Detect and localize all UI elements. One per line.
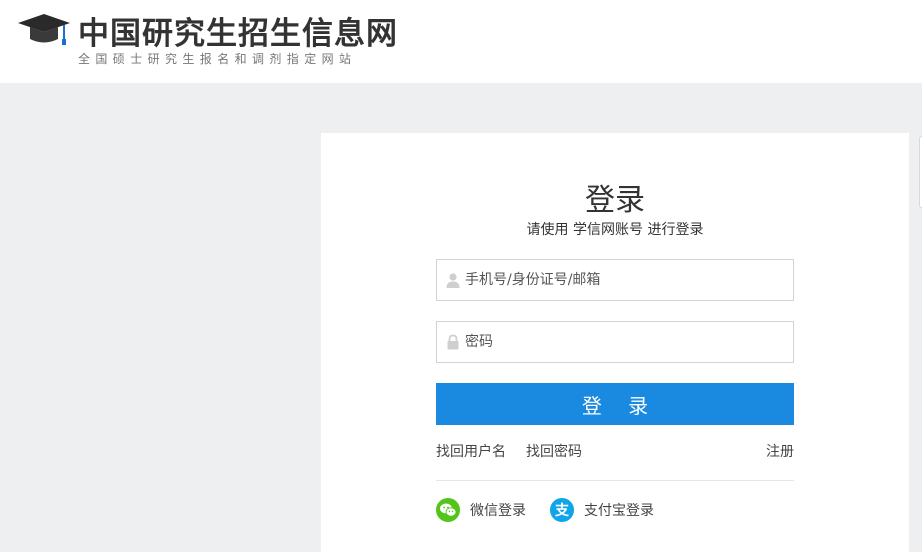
password-input[interactable] <box>465 322 785 362</box>
alipay-login-button[interactable]: 支 支付宝登录 <box>550 497 654 523</box>
login-subtitle: 请使用 学信网账号 进行登录 <box>526 222 704 238</box>
site-header: 中国研究生招生信息网 全国硕士研究生报名和调剂指定网站 <box>0 0 922 83</box>
alipay-login-label: 支付宝登录 <box>584 503 654 519</box>
account-links: 找回用户名 找回密码 注册 <box>436 441 794 461</box>
password-field[interactable] <box>436 321 794 363</box>
login-panel: 登录 请使用 学信网账号 进行登录 登 录 找回用户名 找回密码 注册 <box>321 133 909 552</box>
find-password-link[interactable]: 找回密码 <box>526 441 582 461</box>
login-title: 登录 <box>585 183 645 218</box>
register-link[interactable]: 注册 <box>766 441 794 461</box>
user-icon <box>446 273 460 288</box>
username-input[interactable] <box>465 260 785 300</box>
username-field[interactable] <box>436 259 794 301</box>
divider <box>436 480 794 481</box>
login-button[interactable]: 登 录 <box>436 383 794 425</box>
wechat-icon <box>436 498 460 522</box>
alipay-icon: 支 <box>550 498 574 522</box>
lock-icon <box>447 334 459 350</box>
site-title[interactable]: 中国研究生招生信息网 <box>78 8 398 53</box>
graduation-cap-icon[interactable] <box>16 12 76 46</box>
wechat-login-button[interactable]: 微信登录 <box>436 497 526 523</box>
site-subtitle: 全国硕士研究生报名和调剂指定网站 <box>78 52 357 66</box>
wechat-login-label: 微信登录 <box>470 503 526 519</box>
find-username-link[interactable]: 找回用户名 <box>436 441 506 461</box>
